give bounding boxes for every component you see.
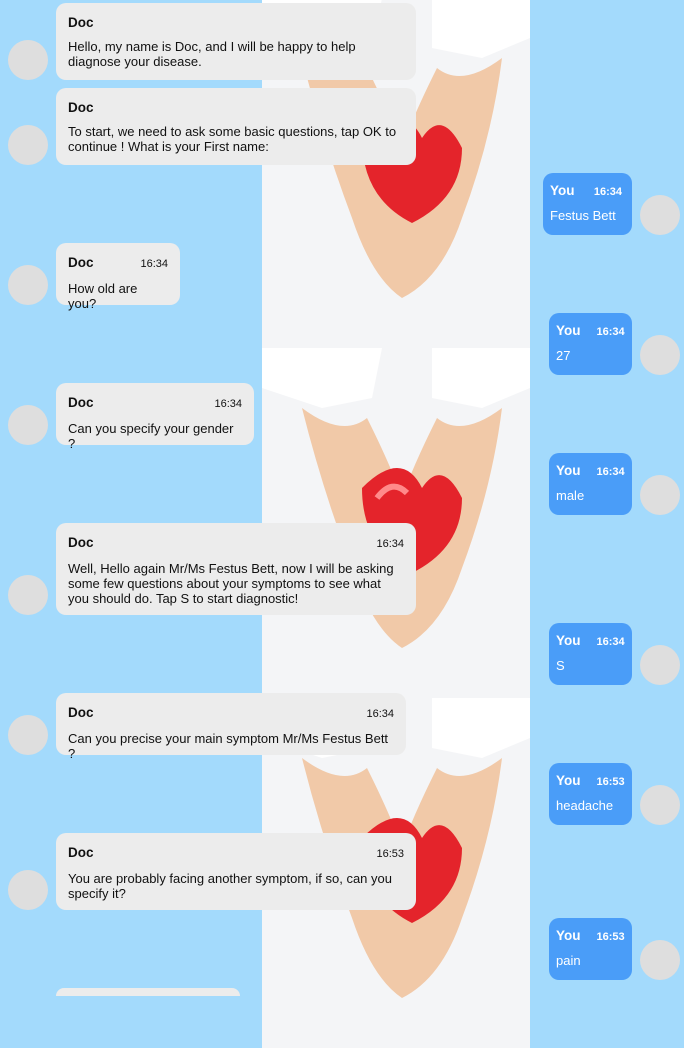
doc-bubble: Doc 16:34 Can you specify your gender ?	[56, 383, 254, 451]
message-text: 27	[556, 348, 571, 363]
timestamp: 16:34	[596, 636, 625, 648]
message-text: S	[556, 658, 565, 673]
doc-bubble: Doc 16:34 How old are you?	[56, 243, 180, 311]
timestamp: 16:34	[366, 708, 394, 720]
sender-name: Doc	[68, 535, 94, 550]
doc-avatar	[8, 40, 48, 80]
user-avatar	[640, 785, 680, 825]
user-bubble: You 16:34 male	[549, 453, 632, 515]
doc-avatar	[8, 870, 48, 910]
doc-bubble: Doc To start, we need to ask some basic …	[56, 88, 416, 165]
doc-avatar	[8, 265, 48, 305]
doc-avatar	[8, 575, 48, 615]
sender-name: You	[556, 633, 581, 648]
message-text: How old are you?	[68, 281, 138, 311]
timestamp: 16:34	[596, 466, 625, 478]
sender-name: Doc	[68, 395, 94, 410]
sender-name: You	[550, 183, 575, 198]
user-bubble: You 16:34 27	[549, 313, 632, 375]
timestamp: 16:53	[376, 848, 404, 860]
user-bubble: You 16:53 headache	[549, 763, 632, 825]
sender-name: You	[556, 928, 581, 943]
sender-name: Doc	[68, 705, 94, 720]
user-avatar	[640, 195, 680, 235]
sender-name: Doc	[68, 100, 94, 115]
doc-avatar	[8, 405, 48, 445]
timestamp: 16:34	[596, 326, 625, 338]
doc-avatar	[8, 715, 48, 755]
user-bubble: You 16:34 Festus Bett	[543, 173, 632, 235]
sender-name: You	[556, 323, 581, 338]
timestamp: 16:53	[596, 931, 625, 943]
user-avatar	[640, 475, 680, 515]
sender-name: Doc	[68, 15, 94, 30]
sender-name: Doc	[68, 255, 94, 270]
user-bubble: You 16:34 S	[549, 623, 632, 685]
doc-bubble: Doc 16:34 Well, Hello again Mr/Ms Festus …	[56, 523, 416, 615]
message-text: headache	[556, 798, 614, 813]
timestamp: 16:34	[376, 538, 404, 550]
message-text: pain	[556, 953, 581, 968]
message-text: To start, we need to ask some basic ques…	[68, 124, 397, 154]
message-text: male	[556, 488, 585, 503]
user-bubble: You 16:53 pain	[549, 918, 632, 980]
doc-bubble: Doc Hello, my name is Doc, and I will be…	[56, 3, 416, 80]
sender-name: You	[556, 773, 581, 788]
timestamp: 16:34	[593, 186, 622, 198]
doc-bubble-partial	[56, 988, 240, 996]
sender-name: Doc	[68, 845, 94, 860]
message-text: Hello, my name is Doc, and I will be hap…	[68, 39, 356, 69]
user-avatar	[640, 335, 680, 375]
message-text: Can you precise your main symptom Mr/Ms …	[68, 731, 389, 761]
user-avatar	[640, 645, 680, 685]
message-text: Festus Bett	[550, 208, 616, 223]
timestamp: 16:34	[214, 398, 242, 410]
message-text: Can you specify your gender ?	[68, 421, 234, 451]
sender-name: You	[556, 463, 581, 478]
message-text: Well, Hello again Mr/Ms Festus Bett, now…	[68, 561, 394, 606]
timestamp: 16:34	[140, 258, 168, 270]
doc-bubble: Doc 16:53 You are probably facing another…	[56, 833, 416, 910]
message-text: You are probably facing another symptom,…	[68, 871, 392, 901]
user-avatar	[640, 940, 680, 980]
timestamp: 16:53	[596, 776, 625, 788]
doc-bubble: Doc 16:34 Can you precise your main sympt…	[56, 693, 406, 761]
doc-avatar	[8, 125, 48, 165]
